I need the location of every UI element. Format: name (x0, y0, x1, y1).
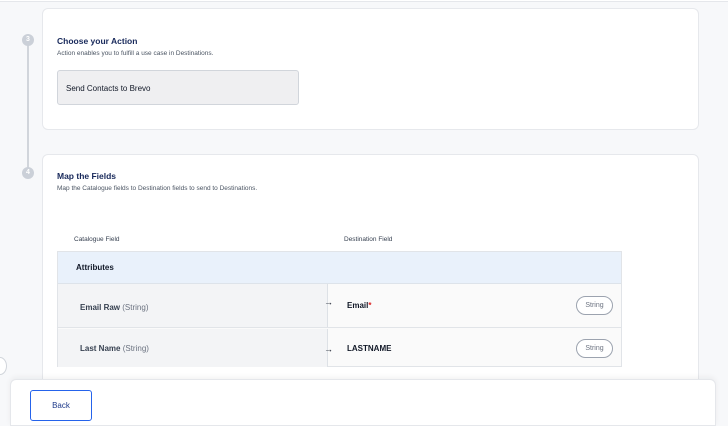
destination-field[interactable]: LASTNAME (347, 344, 391, 353)
step-indicator-action: 3 (22, 34, 34, 46)
destination-field[interactable]: Email* (347, 301, 371, 310)
step-indicator-mapping: 4 (22, 167, 34, 179)
catalogue-field-header: Catalogue Field (74, 236, 120, 243)
field-mapping-table: Attributes Email Raw (String) → Email* S… (57, 251, 622, 367)
mapping-title: Map the Fields (57, 171, 117, 181)
selected-action-field[interactable]: Send Contacts to Brevo (57, 70, 299, 105)
catalogue-field-name: Last Name (80, 344, 121, 353)
action-title: Choose your Action (57, 36, 138, 46)
catalogue-field: Email Raw (String) (80, 303, 148, 312)
steps-timeline (27, 36, 29, 173)
catalogue-field-name: Email Raw (80, 303, 121, 312)
back-button[interactable]: Back (30, 390, 92, 421)
attributes-group-header: Attributes (58, 252, 621, 284)
side-handle[interactable] (0, 357, 7, 375)
action-card (42, 8, 699, 130)
action-subtitle: Action enables you to fulfill a use case… (57, 50, 214, 57)
table-row: Last Name (String) → LASTNAME String (58, 329, 621, 367)
catalogue-field-type: (String) (122, 303, 149, 312)
top-bar (0, 0, 728, 2)
required-marker: * (368, 301, 372, 310)
destination-field-header: Destination Field (344, 236, 393, 243)
arrow-right-icon: → (324, 344, 333, 354)
type-pill: String (576, 339, 613, 358)
mapping-subtitle: Map the Catalogue fields to Destination … (57, 185, 258, 192)
destination-field-name: LASTNAME (347, 344, 392, 353)
catalogue-field: Last Name (String) (80, 344, 149, 353)
catalogue-field-type: (String) (122, 344, 149, 353)
footer-bar: Back (10, 379, 716, 426)
destination-field-name: Email (347, 301, 369, 310)
table-row: Email Raw (String) → Email* String (58, 284, 621, 328)
type-pill: String (576, 296, 613, 315)
arrow-right-icon: → (324, 297, 333, 307)
